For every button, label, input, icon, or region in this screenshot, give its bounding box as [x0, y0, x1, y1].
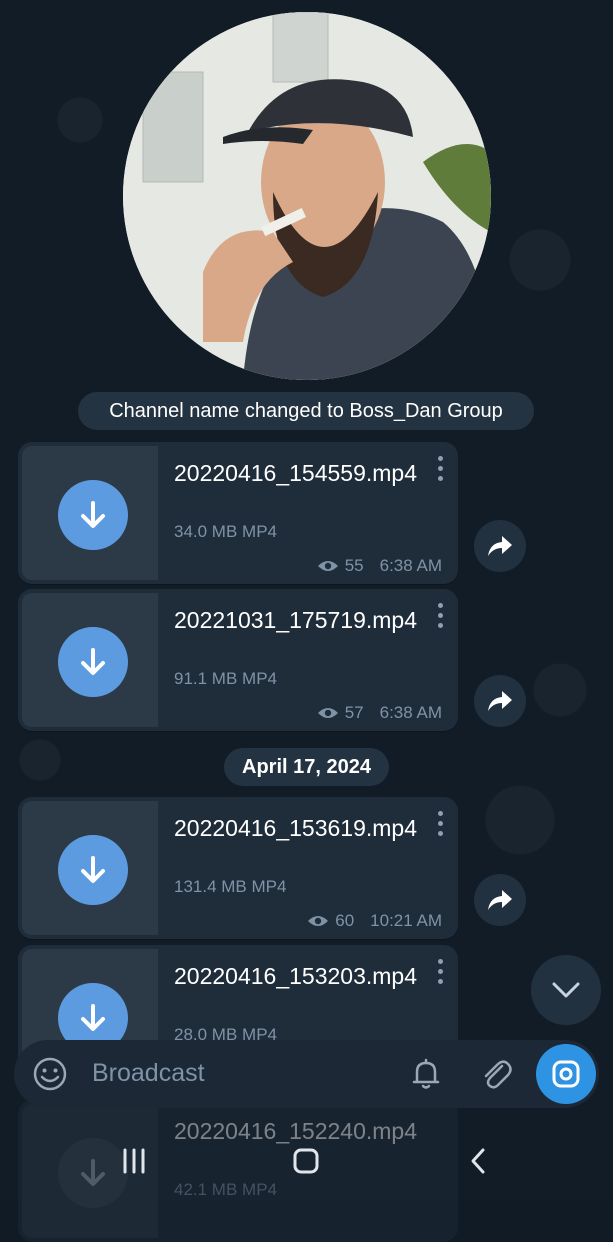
back-icon[interactable]	[458, 1146, 498, 1176]
broadcast-input[interactable]: Broadcast	[92, 1059, 205, 1088]
download-arrow-icon	[81, 648, 105, 675]
view-count: 60	[335, 911, 355, 930]
message-meta: 55 6:38 AM	[317, 556, 442, 576]
message-time: 6:38 AM	[379, 556, 442, 575]
file-thumbnail	[22, 446, 158, 580]
kebab-menu-icon[interactable]	[436, 456, 444, 486]
download-button[interactable]	[58, 627, 128, 697]
file-size: 131.4 MB MP4	[174, 877, 287, 896]
scroll-to-bottom-button[interactable]	[531, 955, 601, 1025]
system-navigation-bar	[0, 1118, 613, 1200]
bell-icon[interactable]	[408, 1056, 444, 1092]
file-name: 20220416_153203.mp4	[174, 963, 418, 989]
kebab-menu-icon[interactable]	[436, 603, 444, 633]
paperclip-icon[interactable]	[478, 1056, 514, 1092]
file-thumbnail	[22, 593, 158, 727]
download-arrow-icon	[81, 501, 105, 528]
file-name: 20220416_154559.mp4	[174, 460, 418, 486]
eye-icon	[308, 916, 329, 926]
chevron-down-icon	[552, 982, 580, 998]
download-arrow-icon	[81, 856, 105, 883]
file-message[interactable]: 20221031_175719.mp4 91.1 MB MP4 57 6:38 …	[18, 589, 458, 731]
eye-icon	[317, 561, 338, 571]
file-size: 34.0 MB MP4	[174, 522, 277, 541]
file-thumbnail	[22, 801, 158, 935]
kebab-menu-icon[interactable]	[436, 959, 444, 989]
forward-button[interactable]	[474, 874, 526, 926]
download-button[interactable]	[58, 835, 128, 905]
view-count: 55	[344, 556, 364, 575]
forward-button[interactable]	[474, 675, 526, 727]
view-count: 57	[344, 703, 364, 722]
channel-photo[interactable]	[123, 12, 491, 380]
file-message[interactable]: 20220416_153619.mp4 131.4 MB MP4 60 10:2…	[18, 797, 458, 939]
download-button[interactable]	[58, 480, 128, 550]
forward-icon	[488, 691, 512, 711]
forward-icon	[488, 890, 512, 910]
message-time: 6:38 AM	[379, 703, 442, 722]
forward-button[interactable]	[474, 520, 526, 572]
file-name: 20221031_175719.mp4	[174, 607, 418, 633]
file-name: 20220416_153619.mp4	[174, 815, 418, 841]
message-meta: 57 6:38 AM	[317, 703, 442, 723]
camera-button[interactable]	[536, 1044, 596, 1104]
recent-apps-icon[interactable]	[114, 1146, 154, 1176]
download-arrow-icon	[81, 1004, 105, 1031]
eye-icon	[317, 708, 338, 718]
camera-icon	[552, 1060, 580, 1088]
file-message[interactable]: 20220416_154559.mp4 34.0 MB MP4 55 6:38 …	[18, 442, 458, 584]
message-meta: 60 10:21 AM	[307, 911, 442, 931]
kebab-menu-icon[interactable]	[436, 811, 444, 841]
message-composer[interactable]: Broadcast	[14, 1040, 599, 1108]
service-message: Channel name changed to Boss_Dan Group	[78, 392, 534, 430]
file-size: 91.1 MB MP4	[174, 669, 277, 688]
emoji-icon[interactable]	[32, 1056, 68, 1092]
message-time: 10:21 AM	[370, 911, 442, 930]
date-separator: April 17, 2024	[224, 748, 389, 786]
home-icon[interactable]	[286, 1146, 326, 1176]
forward-icon	[488, 536, 512, 556]
